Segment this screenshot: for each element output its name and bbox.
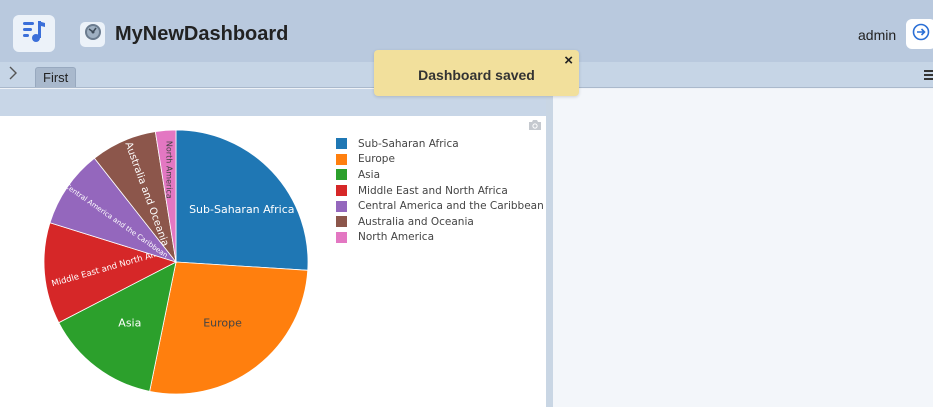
legend-swatch <box>336 138 347 150</box>
legend-label: Central America and the Caribbean <box>358 200 544 213</box>
pie-slice-label: North America <box>164 141 173 199</box>
legend-label: Europe <box>358 153 395 166</box>
legend-item[interactable]: Central America and the Caribbean <box>336 198 544 214</box>
camera-icon[interactable] <box>528 118 542 136</box>
globe-icon <box>84 23 102 46</box>
tab-first[interactable]: First <box>35 67 77 87</box>
dashboard-app: MyNewDashboard admin First Sub-Saharan A… <box>0 0 933 407</box>
logout-button[interactable] <box>906 19 933 49</box>
legend-swatch <box>336 169 347 181</box>
legend-label: Australia and Oceania <box>358 215 474 228</box>
username-label: admin <box>858 27 897 43</box>
legend-item[interactable]: Sub-Saharan Africa <box>336 136 544 152</box>
legend-swatch <box>336 216 347 228</box>
legend-swatch <box>336 153 347 165</box>
hamburger-menu-icon[interactable] <box>924 68 933 86</box>
chevron-right-icon[interactable] <box>8 66 18 85</box>
legend-swatch <box>336 200 347 212</box>
pie-chart: Sub-Saharan AfricaEuropeAsiaMiddle East … <box>43 129 309 395</box>
chart-panel: Sub-Saharan Africa Europe Asia Middle East … <box>0 116 546 407</box>
pie-slice-label: Sub-Saharan Africa <box>189 203 294 216</box>
legend-label: Sub-Saharan Africa <box>358 137 459 150</box>
legend-item[interactable]: Middle East and North Africa <box>336 183 544 199</box>
toast-message: Dashboard saved <box>418 67 535 83</box>
dashboard-title: MyNewDashboard <box>115 23 289 45</box>
logout-icon <box>912 23 930 46</box>
chart-legend: Sub-Saharan Africa Europe Asia Middle East … <box>336 136 544 245</box>
legend-item[interactable]: North America <box>336 230 544 246</box>
empty-panel <box>553 89 933 407</box>
legend-label: North America <box>358 231 435 244</box>
music-note-icon <box>21 18 47 49</box>
legend-swatch <box>336 185 347 197</box>
legend-swatch <box>336 231 347 243</box>
legend-item[interactable]: Europe <box>336 152 544 168</box>
pie-slice[interactable] <box>175 129 309 271</box>
pie-slice-label: Asia <box>118 317 141 330</box>
legend-item[interactable]: Australia and Oceania <box>336 214 544 230</box>
legend-label: Middle East and North Africa <box>358 184 508 197</box>
app-logo-button[interactable] <box>13 15 55 52</box>
pie-slice-label: Europe <box>203 316 242 329</box>
close-icon[interactable]: × <box>564 52 573 69</box>
toast-notification: Dashboard saved × <box>374 50 579 96</box>
dashboard-globe-button[interactable] <box>80 22 105 47</box>
legend-item[interactable]: Asia <box>336 167 544 183</box>
legend-label: Asia <box>358 168 381 181</box>
panel-divider[interactable] <box>546 89 553 407</box>
